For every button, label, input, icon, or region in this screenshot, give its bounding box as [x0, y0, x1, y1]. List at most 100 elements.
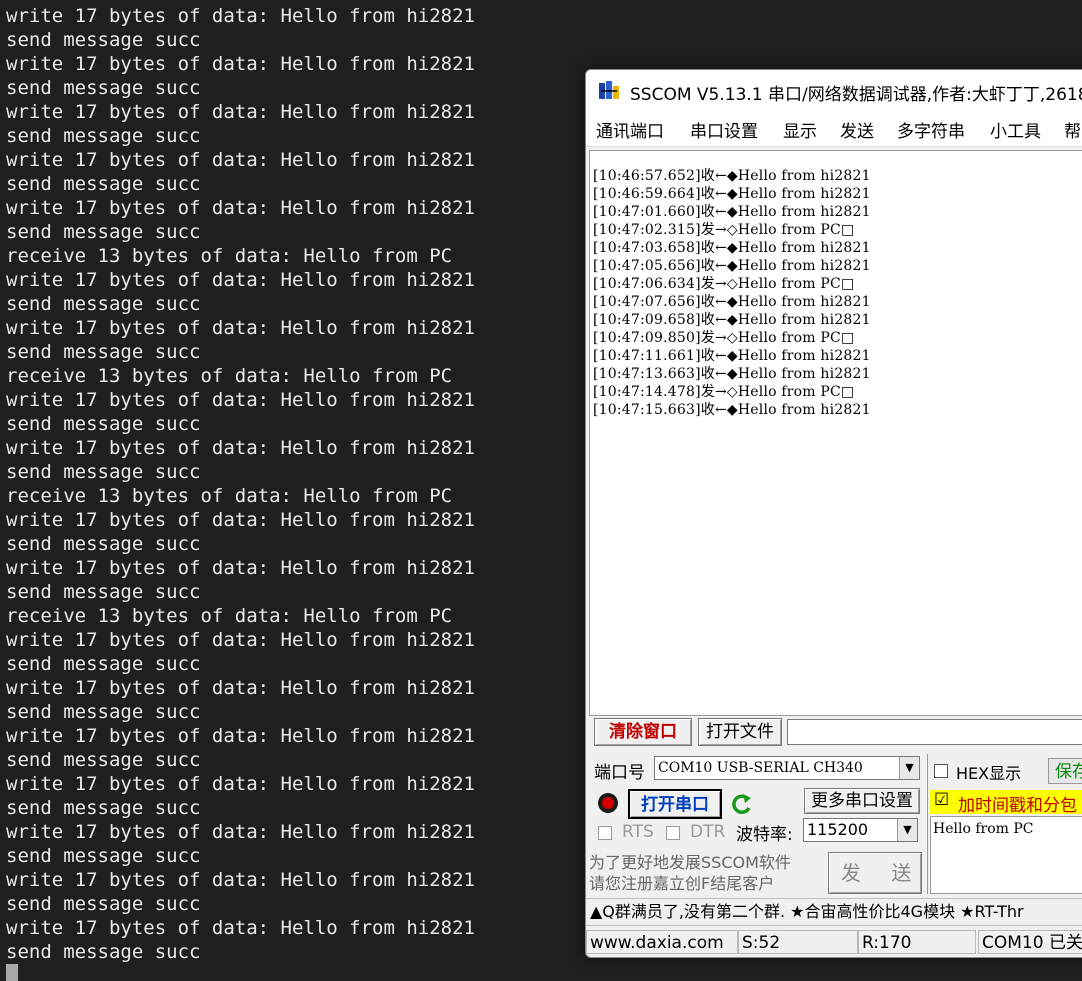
log-line: [10:47:09.850]发→◇Hello from PC□: [593, 330, 855, 346]
send-text-input[interactable]: Hello from PC: [930, 816, 1082, 894]
terminal-line: write 17 bytes of data: Hello from hi282…: [6, 149, 475, 171]
timestamp-option[interactable]: ☑ 加时间戳和分包: [930, 790, 1082, 816]
status-received-count: R:170: [858, 930, 976, 954]
terminal-line: write 17 bytes of data: Hello from hi282…: [6, 317, 475, 339]
terminal-line: receive 13 bytes of data: Hello from PC: [6, 245, 453, 267]
chevron-down-icon: ▼: [897, 819, 917, 841]
clear-window-button[interactable]: 清除窗口: [594, 718, 692, 746]
dtr-checkbox[interactable]: [666, 826, 680, 840]
baud-rate-value: 115200: [807, 820, 869, 839]
menu-multi-string[interactable]: 多字符串: [897, 117, 965, 142]
terminal-line: receive 13 bytes of data: Hello from PC: [6, 605, 453, 627]
receive-log: [10:46:57.652]收←◆Hello from hi2821 [10:46…: [593, 167, 871, 419]
terminal-line: send message succ: [6, 797, 201, 819]
log-line: [10:47:14.478]发→◇Hello from PC□: [593, 384, 855, 400]
sscom-app-icon: [599, 81, 619, 99]
terminal-line: write 17 bytes of data: Hello from hi282…: [6, 869, 475, 891]
menu-serial-settings[interactable]: 串口设置: [690, 117, 758, 142]
baud-rate-select[interactable]: 115200 ▼: [803, 818, 918, 842]
dtr-label: DTR: [690, 822, 726, 842]
terminal-line: send message succ: [6, 341, 201, 363]
timestamp-label: 加时间戳和分包: [958, 796, 1077, 816]
menu-bar: 通讯端口 串口设置 显示 发送 多字符串 小工具 帮: [586, 110, 1082, 147]
send-button[interactable]: 发 送: [828, 852, 922, 894]
log-line: [10:47:11.661]收←◆Hello from hi2821: [593, 348, 871, 364]
chevron-down-icon: ▼: [899, 757, 919, 779]
menu-send[interactable]: 发送: [840, 117, 874, 142]
terminal-line: write 17 bytes of data: Hello from hi282…: [6, 509, 475, 531]
open-file-button[interactable]: 打开文件: [698, 718, 782, 746]
terminal-line: send message succ: [6, 77, 201, 99]
menu-display[interactable]: 显示: [783, 117, 817, 142]
title-bar[interactable]: SSCOM V5.13.1 串口/网络数据调试器,作者:大虾丁丁,2618: [586, 70, 1082, 110]
terminal-line: send message succ: [6, 293, 201, 315]
open-port-button[interactable]: 打开串口: [628, 789, 722, 819]
terminal-line: send message succ: [6, 461, 201, 483]
terminal-line: write 17 bytes of data: Hello from hi282…: [6, 197, 475, 219]
receive-log-area[interactable]: [10:46:57.652]收←◆Hello from hi2821 [10:46…: [589, 150, 1082, 716]
rts-label: RTS: [622, 822, 654, 842]
log-line: [10:47:09.658]收←◆Hello from hi2821: [593, 312, 871, 328]
menu-comm-port[interactable]: 通讯端口: [596, 117, 664, 142]
window-title: SSCOM V5.13.1 串口/网络数据调试器,作者:大虾丁丁,2618: [630, 85, 1082, 105]
menu-help[interactable]: 帮: [1064, 117, 1081, 142]
terminal-line: send message succ: [6, 941, 201, 963]
log-line: [10:47:02.315]发→◇Hello from PC□: [593, 222, 855, 238]
announcement-ticker[interactable]: ▲Q群满员了,没有第二个群. ★合宙高性价比4G模块 ★RT-Thr: [586, 898, 1082, 926]
terminal-line: write 17 bytes of data: Hello from hi282…: [6, 269, 475, 291]
terminal-line: send message succ: [6, 581, 201, 603]
terminal-line: write 17 bytes of data: Hello from hi282…: [6, 917, 475, 939]
port-select-value: COM10 USB-SERIAL CH340: [658, 760, 863, 776]
sscom-window[interactable]: SSCOM V5.13.1 串口/网络数据调试器,作者:大虾丁丁,2618 通讯…: [585, 69, 1082, 958]
baud-rate-label: 波特率:: [736, 825, 793, 845]
status-bar: www.daxia.com S:52 R:170 COM10 已关: [586, 928, 1082, 956]
log-line: [10:47:05.656]收←◆Hello from hi2821: [593, 258, 871, 274]
port-label: 端口号: [594, 763, 645, 783]
refresh-icon[interactable]: [730, 791, 754, 817]
promo-line-2: 请您注册嘉立创F结尾客户: [589, 874, 775, 893]
log-line: [10:47:13.663]收←◆Hello from hi2821: [593, 366, 871, 382]
timestamp-checkbox[interactable]: ☑: [934, 790, 949, 810]
log-line: [10:46:59.664]收←◆Hello from hi2821: [593, 186, 871, 202]
log-line: [10:47:06.634]发→◇Hello from PC□: [593, 276, 855, 292]
rts-checkbox[interactable]: [598, 826, 612, 840]
terminal-line: write 17 bytes of data: Hello from hi282…: [6, 557, 475, 579]
hex-display-label: HEX显示: [956, 764, 1022, 783]
terminal-line: write 17 bytes of data: Hello from hi282…: [6, 101, 475, 123]
terminal-line: send message succ: [6, 221, 201, 243]
terminal-line: send message succ: [6, 701, 201, 723]
port-select[interactable]: COM10 USB-SERIAL CH340 ▼: [654, 756, 920, 780]
terminal-line: send message succ: [6, 893, 201, 915]
terminal-line: write 17 bytes of data: Hello from hi282…: [6, 773, 475, 795]
terminal-line: write 17 bytes of data: Hello from hi282…: [6, 437, 475, 459]
save-button[interactable]: 保存: [1048, 758, 1082, 784]
terminal-line: send message succ: [6, 845, 201, 867]
terminal-line: write 17 bytes of data: Hello from hi282…: [6, 5, 475, 27]
terminal-line: send message succ: [6, 653, 201, 675]
terminal-line: send message succ: [6, 173, 201, 195]
terminal-line: send message succ: [6, 29, 201, 51]
terminal-line: write 17 bytes of data: Hello from hi282…: [6, 629, 475, 651]
log-line: [10:47:07.656]收←◆Hello from hi2821: [593, 294, 871, 310]
terminal-line: send message succ: [6, 125, 201, 147]
promo-text[interactable]: 为了更好地发展SSCOM软件 请您注册嘉立创F结尾客户: [589, 852, 791, 894]
log-line: [10:47:01.660]收←◆Hello from hi2821: [593, 204, 871, 220]
terminal-line: send message succ: [6, 413, 201, 435]
terminal-line: receive 13 bytes of data: Hello from PC: [6, 485, 453, 507]
more-serial-settings-button[interactable]: 更多串口设置: [804, 788, 920, 814]
status-website[interactable]: www.daxia.com: [586, 930, 738, 954]
terminal-line: write 17 bytes of data: Hello from hi282…: [6, 725, 475, 747]
file-path-input[interactable]: [787, 719, 1082, 745]
terminal-cursor: [6, 964, 18, 981]
terminal-output: write 17 bytes of data: Hello from hi282…: [6, 4, 475, 964]
log-line: [10:47:03.658]收←◆Hello from hi2821: [593, 240, 871, 256]
menu-tools[interactable]: 小工具: [990, 117, 1041, 142]
terminal-line: send message succ: [6, 749, 201, 771]
log-line: [10:46:57.652]收←◆Hello from hi2821: [593, 168, 871, 184]
status-sent-count: S:52: [738, 930, 858, 954]
terminal-line: write 17 bytes of data: Hello from hi282…: [6, 389, 475, 411]
terminal-line: write 17 bytes of data: Hello from hi282…: [6, 53, 475, 75]
terminal-line: write 17 bytes of data: Hello from hi282…: [6, 821, 475, 843]
hex-display-checkbox[interactable]: [934, 764, 948, 778]
promo-line-1: 为了更好地发展SSCOM软件: [589, 853, 791, 872]
